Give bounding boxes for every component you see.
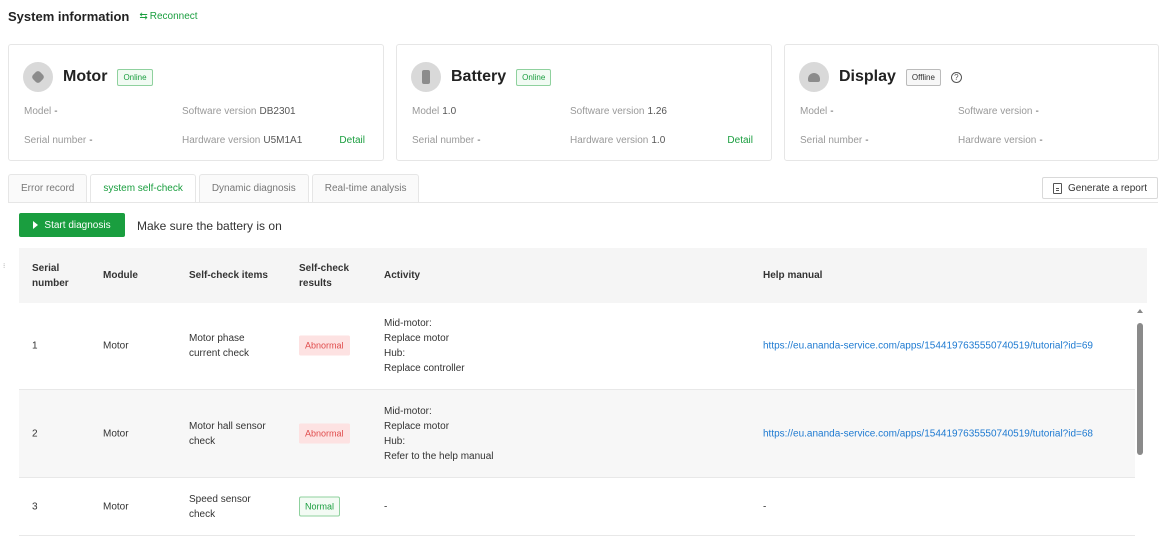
display-hardware-version: Hardware version - — [958, 135, 1043, 146]
cell-self-check-item: Motor hall sensor check — [189, 420, 266, 447]
motor-hardware-version: Hardware version U5M1A1 — [182, 135, 303, 146]
generate-report-label: Generate a report — [1068, 182, 1147, 194]
display-model: Model - — [800, 106, 834, 117]
motor-detail-link[interactable]: Detail — [339, 135, 365, 146]
header-help-manual: Help manual — [763, 270, 823, 281]
top-bar: System information ⇆ Reconnect — [8, 8, 198, 24]
play-icon — [33, 221, 39, 229]
start-diagnosis-label: Start diagnosis — [44, 219, 111, 231]
motor-serial-number: Serial number - — [24, 135, 93, 146]
battery-status-badge: Online — [516, 68, 552, 86]
motor-status-badge: Online — [117, 68, 153, 86]
scrollbar-thumb[interactable] — [1137, 323, 1143, 455]
motor-card: Motor Online Model - Software version DB23… — [8, 44, 384, 161]
cell-help-manual: - — [763, 501, 767, 512]
reconnect-link[interactable]: ⇆ Reconnect — [139, 11, 197, 22]
battery-hint: Make sure the battery is on — [137, 219, 282, 233]
cell-result: Abnormal — [299, 423, 350, 443]
header-self-check-results: Self-check results — [299, 262, 350, 289]
help-manual-link[interactable]: https://eu.ananda-service.com/apps/15441… — [763, 341, 1093, 352]
battery-icon — [411, 62, 441, 92]
header-activity: Activity — [384, 270, 421, 281]
cell-module: Motor — [103, 340, 129, 352]
header-self-check-items: Self-check items — [189, 270, 268, 281]
tab-system-self-check[interactable]: system self-check — [90, 174, 196, 202]
cell-self-check-item: Speed sensor check — [189, 493, 251, 520]
document-icon — [1053, 182, 1063, 194]
cell-serial: 3 — [32, 501, 38, 512]
display-serial-number: Serial number - — [800, 135, 869, 146]
scroll-up-arrow-icon[interactable] — [1137, 309, 1143, 313]
cell-module: Motor — [103, 501, 129, 512]
start-diagnosis-button[interactable]: Start diagnosis — [19, 213, 125, 237]
battery-hardware-version: Hardware version 1.0 — [570, 135, 666, 146]
sidebar-collapse-handle[interactable]: ⁝ — [3, 262, 5, 270]
cell-activity: Mid-motor: Replace motor Hub: Refer to the … — [384, 405, 494, 462]
abnormal-badge: Abnormal — [299, 423, 350, 443]
table-row: 2 Motor Motor hall sensor check Abnormal … — [19, 390, 1135, 478]
reconnect-icon: ⇆ — [139, 10, 148, 22]
generate-report-button[interactable]: Generate a report — [1042, 177, 1158, 199]
cell-help-manual: https://eu.ananda-service.com/apps/15441… — [763, 339, 1093, 354]
display-software-version: Software version - — [958, 106, 1039, 117]
header-serial-number: Serial number — [32, 262, 69, 289]
tab-bar: Error record system self-check Dynamic d… — [8, 174, 422, 202]
display-icon — [799, 62, 829, 92]
header-module: Module — [103, 270, 138, 281]
cell-self-check-item: Motor phase current check — [189, 333, 250, 359]
cell-activity: - — [384, 501, 388, 512]
tab-divider — [8, 202, 1158, 203]
tab-error-record[interactable]: Error record — [8, 174, 88, 202]
tab-dynamic-diagnosis[interactable]: Dynamic diagnosis — [198, 174, 309, 202]
help-manual-link[interactable]: https://eu.ananda-service.com/apps/15441… — [763, 428, 1093, 439]
cell-serial: 2 — [32, 428, 38, 439]
battery-software-version: Software version 1.26 — [570, 106, 667, 117]
table-row: 3 Motor Speed sensor check Normal - - — [19, 478, 1135, 536]
battery-model: Model 1.0 — [412, 106, 457, 117]
cell-result: Abnormal — [299, 335, 350, 356]
reconnect-label: Reconnect — [149, 10, 198, 22]
battery-card: Battery Online Model 1.0 Software version… — [396, 44, 772, 161]
battery-detail-link[interactable]: Detail — [727, 135, 753, 146]
motor-name: Motor — [63, 68, 108, 85]
help-question-icon[interactable]: ? — [950, 71, 962, 83]
display-name: Display — [839, 68, 896, 85]
table-row: 1 Motor Motor phase current check Abnorma… — [19, 303, 1135, 390]
motor-software-version: Software version DB2301 — [182, 106, 296, 117]
display-card: Display Offline ? Model - Software versio… — [784, 44, 1159, 161]
page-title: System information — [8, 8, 130, 24]
cell-help-manual: https://eu.ananda-service.com/apps/15441… — [763, 426, 1093, 441]
cell-activity: Mid-motor: Replace motor Hub: Replace contr… — [384, 318, 465, 374]
cell-serial: 1 — [32, 340, 38, 352]
cell-module: Motor — [103, 428, 129, 439]
normal-badge: Normal — [299, 496, 341, 516]
tab-real-time-analysis[interactable]: Real-time analysis — [311, 174, 420, 202]
battery-serial-number: Serial number - — [412, 135, 481, 146]
display-status-badge: Offline — [905, 68, 941, 86]
motor-model: Model - — [24, 106, 58, 117]
abnormal-badge: Abnormal — [299, 335, 350, 356]
table-header: Serial number Module Self-check items Sel… — [19, 248, 1147, 303]
battery-name: Battery — [451, 68, 507, 85]
cell-result: Normal — [299, 496, 341, 516]
motor-icon — [23, 62, 53, 92]
